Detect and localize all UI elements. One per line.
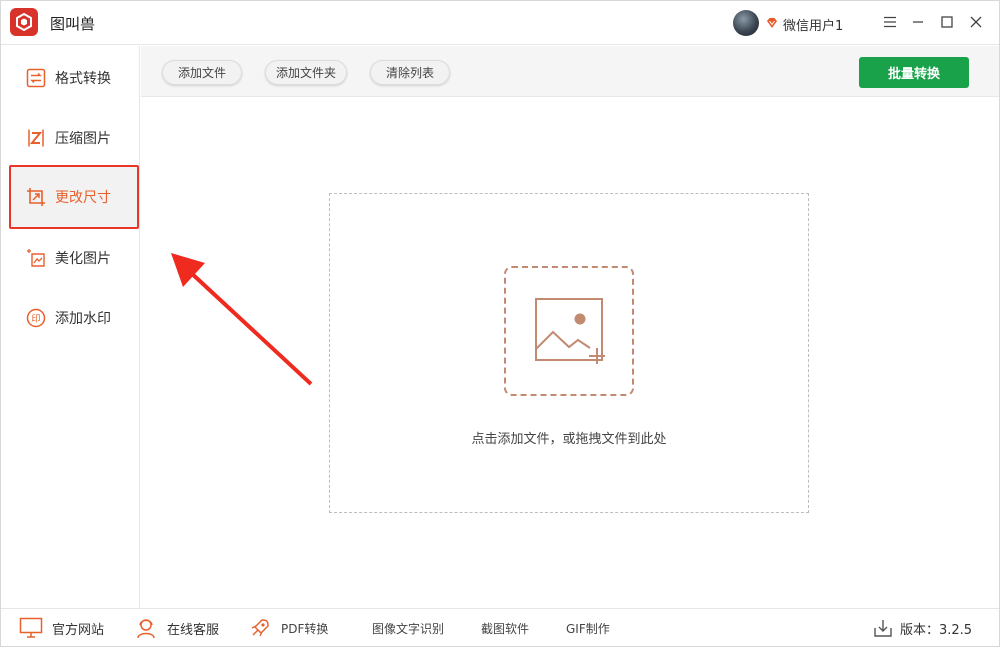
username[interactable]: 微信用户1: [783, 15, 843, 34]
batch-convert-button[interactable]: 批量转换: [859, 57, 969, 88]
beautify-icon: [25, 247, 47, 269]
footer-bar: 官方网站 在线客服 PDF转换 图像文字识别 截图软件 GIF制作 版本：3.2…: [1, 608, 999, 646]
rocket-icon: [247, 616, 273, 640]
sidebar-item-compress[interactable]: 压缩图片: [9, 106, 139, 170]
footer-website-label: 官方网站: [52, 622, 105, 638]
footer-gif-link[interactable]: GIF制作: [566, 609, 610, 647]
add-folder-button[interactable]: 添加文件夹: [265, 60, 347, 85]
sidebar-item-beautify[interactable]: 美化图片: [9, 226, 139, 290]
resize-icon: [25, 186, 47, 208]
close-icon[interactable]: [965, 11, 987, 33]
title-bar: 图叫兽 微信用户1: [1, 1, 999, 45]
download-icon: [874, 616, 892, 640]
footer-support-link[interactable]: 在线客服: [133, 609, 219, 647]
version-label: 版本：3.2.5: [900, 622, 973, 638]
file-drop-zone[interactable]: 点击添加文件，或拖拽文件到此处: [329, 193, 809, 513]
vip-diamond-icon: [765, 15, 779, 29]
footer-pdf-link[interactable]: PDF转换: [247, 609, 328, 647]
format-convert-icon: [25, 67, 47, 89]
sidebar-item-label: 格式转换: [55, 71, 111, 87]
compress-icon: [25, 127, 47, 149]
user-avatar[interactable]: [733, 10, 759, 36]
footer-website-link[interactable]: 官方网站: [18, 609, 104, 647]
toolbar: 添加文件 添加文件夹 清除列表 批量转换: [141, 46, 999, 97]
drop-zone-hint: 点击添加文件，或拖拽文件到此处: [471, 432, 667, 447]
sidebar-item-label: 压缩图片: [55, 131, 111, 147]
maximize-icon[interactable]: [936, 11, 958, 33]
sidebar-item-watermark[interactable]: 印 添加水印: [9, 286, 139, 350]
add-file-button[interactable]: 添加文件: [162, 60, 242, 85]
footer-ocr-link[interactable]: 图像文字识别: [372, 609, 444, 647]
annotation-arrow: [171, 253, 313, 386]
sidebar: 格式转换 压缩图片 更改尺寸 美化图片 印 添加水印: [1, 46, 140, 608]
app-logo-icon: [10, 8, 38, 36]
minimize-icon[interactable]: [907, 11, 929, 33]
footer-version[interactable]: 版本：3.2.5: [874, 609, 972, 647]
svg-text:印: 印: [31, 313, 40, 325]
footer-screenshot-link[interactable]: 截图软件: [481, 609, 529, 647]
sidebar-item-resize[interactable]: 更改尺寸: [9, 165, 139, 229]
customer-service-icon: [133, 616, 159, 640]
sidebar-item-format-convert[interactable]: 格式转换: [9, 46, 139, 110]
footer-support-label: 在线客服: [167, 622, 220, 638]
clear-list-button[interactable]: 清除列表: [370, 60, 450, 85]
add-image-icon[interactable]: [504, 266, 634, 396]
sidebar-item-label: 更改尺寸: [55, 190, 111, 206]
app-title: 图叫兽: [50, 15, 96, 33]
monitor-icon: [18, 616, 44, 640]
menu-icon[interactable]: [879, 11, 901, 33]
watermark-icon: 印: [25, 307, 47, 329]
footer-pdf-label: PDF转换: [281, 621, 329, 636]
sidebar-item-label: 美化图片: [55, 251, 111, 267]
app-window: 图叫兽 微信用户1 格式转换 压缩图片 更改尺寸 美化图片 印 添加水印 添加文…: [0, 0, 1000, 647]
sidebar-item-label: 添加水印: [55, 311, 111, 327]
